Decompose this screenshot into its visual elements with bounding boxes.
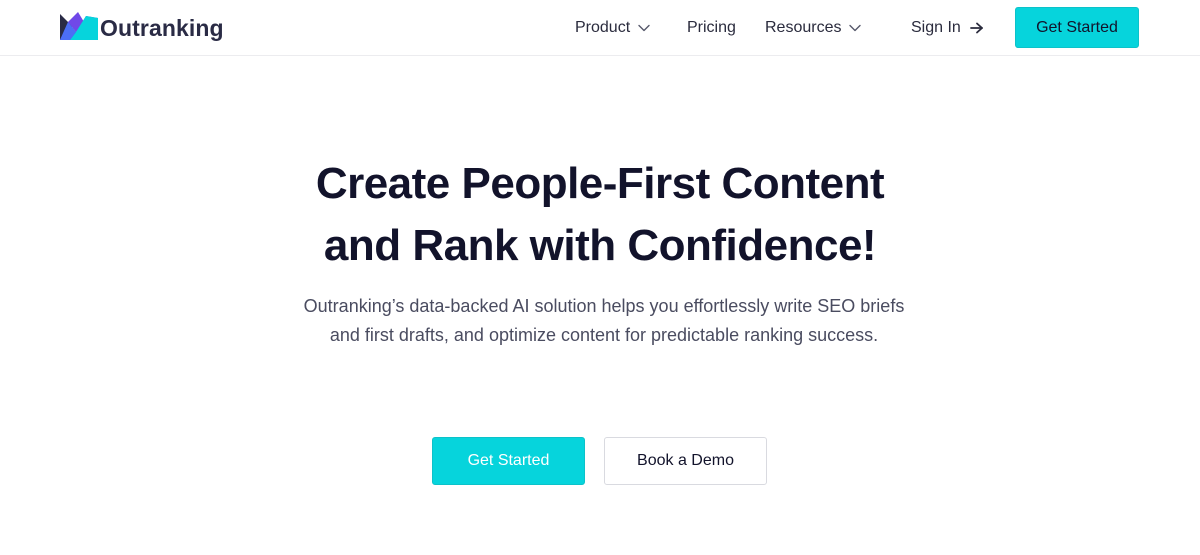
nav-item-pricing[interactable]: Pricing [687,0,736,56]
brand-logo-link[interactable]: Outranking [58,10,224,46]
chevron-down-icon [638,24,650,32]
sign-in-label: Sign In [911,19,961,36]
nav-item-resources-label: Resources [765,19,842,36]
get-started-nav-button[interactable]: Get Started [1015,7,1139,48]
brand-name: Outranking [100,14,224,41]
hero-title: Create People-First Content and Rank wit… [0,153,1200,277]
nav-item-product[interactable]: Product [575,0,650,56]
hero-subtitle: Outranking’s data-backed AI solution hel… [303,296,905,345]
top-navigation-bar: Outranking Product Pricing Resources Sig… [0,0,1200,56]
chevron-down-icon [849,24,862,32]
book-demo-button[interactable]: Book a Demo [604,437,767,485]
nav-item-pricing-label: Pricing [687,19,736,36]
outranking-logo-icon [60,12,98,40]
nav-item-product-label: Product [575,19,631,36]
hero-title-line-2: and Rank with Confidence! [323,221,877,270]
hero-title-line-1: Create People-First Content [315,159,885,208]
nav-item-resources[interactable]: Resources [765,0,862,56]
arrow-right-icon [969,22,983,34]
get-started-hero-button[interactable]: Get Started [432,437,585,485]
sign-in-link[interactable]: Sign In [911,0,984,56]
